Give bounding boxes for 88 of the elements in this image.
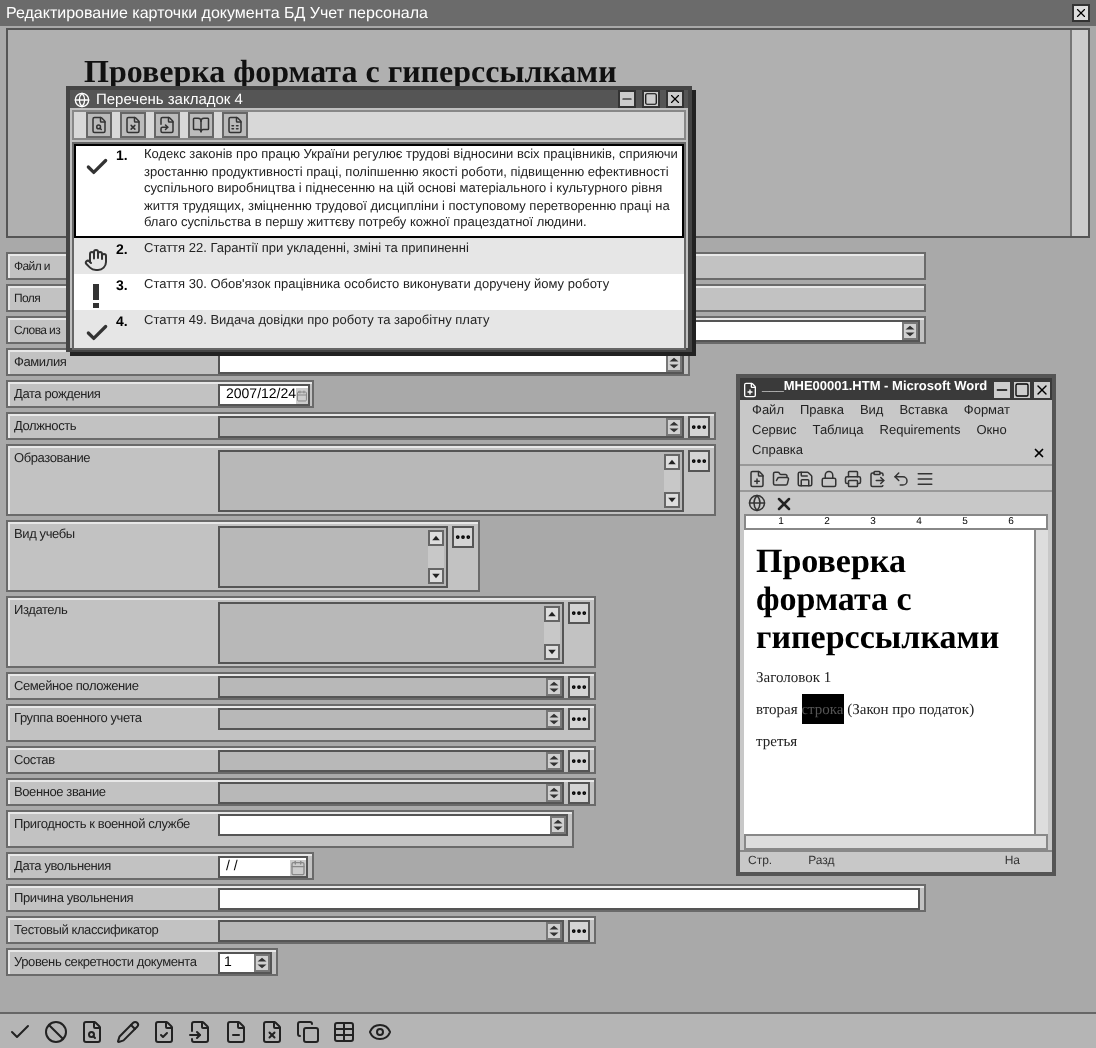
copy-icon[interactable] <box>296 1019 320 1043</box>
align-icon[interactable] <box>916 469 934 487</box>
exclamation-icon <box>92 283 100 307</box>
close-icon[interactable] <box>1032 446 1046 460</box>
ellipsis-icon[interactable] <box>688 416 710 438</box>
up-down-arrows-icon[interactable] <box>902 322 918 340</box>
check-icon <box>83 154 109 180</box>
maximize-button[interactable] <box>642 90 660 108</box>
globe-icon <box>74 91 90 107</box>
undo-icon[interactable] <box>892 469 910 487</box>
ellipsis-icon[interactable] <box>568 750 590 772</box>
folder-icon[interactable] <box>772 469 790 487</box>
minimize-button[interactable] <box>994 381 1010 397</box>
page-check-icon[interactable] <box>152 1019 176 1043</box>
ellipsis-icon[interactable] <box>568 708 590 730</box>
globe-icon[interactable] <box>748 494 766 512</box>
calendar-icon[interactable] <box>290 859 306 875</box>
up-down-arrows-icon[interactable] <box>550 816 566 834</box>
maximize-button[interactable] <box>1014 381 1030 397</box>
up-down-arrows-icon[interactable] <box>546 678 562 696</box>
select-field[interactable] <box>218 676 564 698</box>
check-icon <box>83 319 109 345</box>
eye-icon[interactable] <box>368 1019 392 1043</box>
up-arrow-icon[interactable] <box>544 606 560 622</box>
spin-icon[interactable] <box>254 954 270 972</box>
magnifier-page-icon[interactable] <box>86 112 112 138</box>
text-area[interactable] <box>218 526 448 588</box>
ellipsis-icon[interactable] <box>568 602 590 624</box>
magnifier-page-icon[interactable] <box>80 1019 104 1043</box>
preview-heading: Проверка формата с гиперссылками <box>84 56 617 90</box>
select-field[interactable] <box>218 750 564 772</box>
hand-icon <box>84 247 108 271</box>
select-field[interactable] <box>218 708 564 730</box>
document-heading: Проверка формата с гиперссылками <box>756 542 1002 656</box>
input-field[interactable] <box>218 888 920 910</box>
printer-icon[interactable] <box>844 469 862 487</box>
pencil-icon[interactable] <box>116 1019 140 1043</box>
clipboard-icon[interactable] <box>868 469 886 487</box>
select-field[interactable] <box>218 920 564 942</box>
scrollbar[interactable] <box>744 834 1048 850</box>
up-down-arrows-icon[interactable] <box>546 752 562 770</box>
save-icon[interactable] <box>796 469 814 487</box>
down-arrow-icon[interactable] <box>664 492 680 508</box>
minimize-button[interactable] <box>618 90 636 108</box>
page-arrow-icon[interactable] <box>154 112 180 138</box>
input-field[interactable] <box>690 320 920 342</box>
ellipsis-icon[interactable] <box>568 782 590 804</box>
page-icon[interactable] <box>748 469 766 487</box>
down-arrow-icon[interactable] <box>428 568 444 584</box>
up-down-arrows-icon[interactable] <box>546 922 562 940</box>
page-grid-icon[interactable] <box>222 112 248 138</box>
ellipsis-icon[interactable] <box>452 526 474 548</box>
select-field[interactable] <box>218 782 564 804</box>
close-button[interactable] <box>1034 381 1050 397</box>
page-cross-icon[interactable] <box>260 1019 284 1043</box>
scrollbar[interactable] <box>544 606 560 660</box>
table-icon[interactable] <box>332 1019 356 1043</box>
scrollbar[interactable] <box>428 530 444 584</box>
page-cross-icon[interactable] <box>120 112 146 138</box>
up-down-arrows-icon[interactable] <box>546 784 562 802</box>
book-icon[interactable] <box>188 112 214 138</box>
lock-icon[interactable] <box>820 469 838 487</box>
close-button[interactable] <box>666 90 684 108</box>
scrollbar[interactable] <box>1034 530 1048 834</box>
page-minus-icon[interactable] <box>224 1019 248 1043</box>
window-title: Редактирование карточки документа БД Учет персонала <box>6 5 430 21</box>
ellipsis-icon[interactable] <box>568 920 590 942</box>
ellipsis-icon[interactable] <box>688 450 710 472</box>
up-arrow-icon[interactable] <box>428 530 444 546</box>
text-area[interactable] <box>218 450 684 512</box>
up-down-arrows-icon[interactable] <box>666 418 682 436</box>
calendar-icon[interactable] <box>296 387 308 403</box>
input-field[interactable] <box>218 814 568 836</box>
text-area[interactable] <box>218 602 564 664</box>
ellipsis-icon[interactable] <box>568 676 590 698</box>
scrollbar[interactable] <box>664 454 680 508</box>
down-arrow-icon[interactable] <box>544 644 560 660</box>
up-arrow-icon[interactable] <box>664 454 680 470</box>
up-down-arrows-icon[interactable] <box>546 710 562 728</box>
bookmark-item[interactable] <box>74 144 684 237</box>
select-field[interactable] <box>218 416 684 438</box>
cancel-icon[interactable] <box>44 1019 68 1043</box>
page-arrow-icon[interactable] <box>188 1019 212 1043</box>
check-icon[interactable] <box>8 1019 32 1043</box>
document-icon <box>742 381 758 397</box>
scrollbar[interactable] <box>1070 30 1088 236</box>
close-button[interactable] <box>1072 4 1090 22</box>
cross-icon[interactable] <box>774 493 794 513</box>
